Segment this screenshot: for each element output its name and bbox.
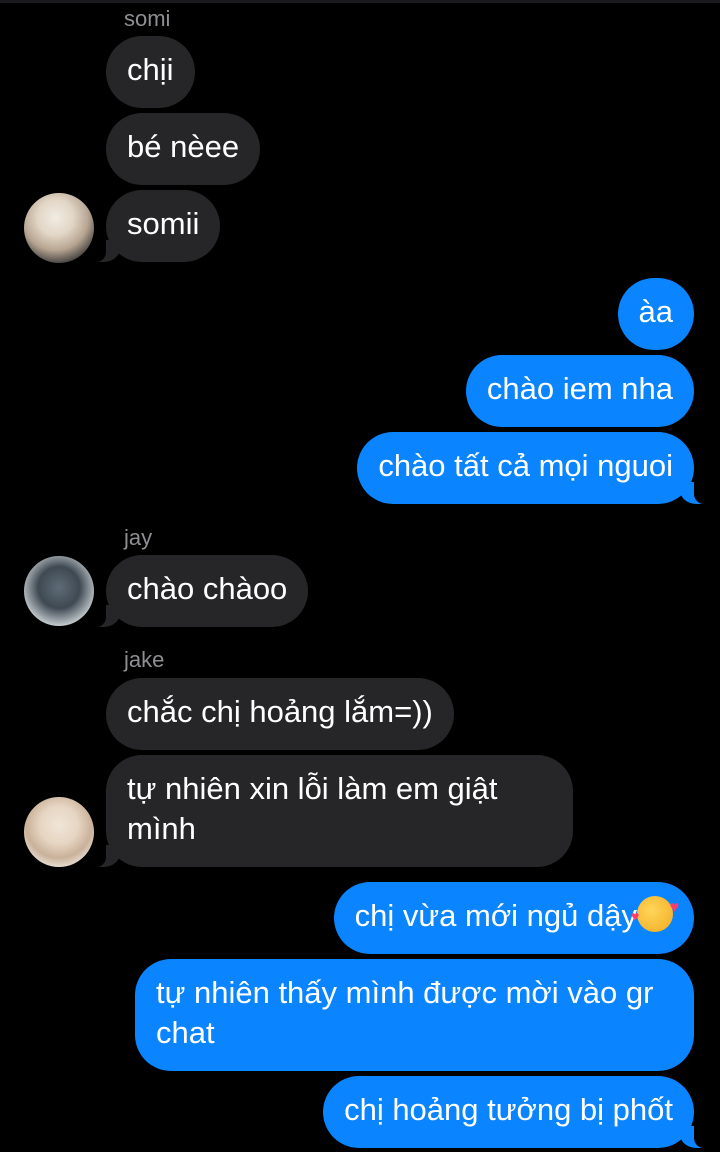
message-bubble[interactable]: chắc chị hoảng lắm=)) xyxy=(106,678,454,750)
sender-name-somi: somi xyxy=(124,6,171,31)
avatar-somi[interactable] xyxy=(24,193,94,263)
sender-name-jay: jay xyxy=(124,525,153,550)
message-bubble[interactable]: chào chàoo xyxy=(91,555,309,627)
message-bubble[interactable]: chị vừa mới ngủ dậy xyxy=(333,882,694,954)
sender-name-jake: jake xyxy=(124,647,165,672)
message-bubble[interactable]: àa xyxy=(617,278,694,350)
message-bubble[interactable]: chị hoảng tưởng bị phốt xyxy=(323,1076,708,1148)
message-bubble[interactable]: somii xyxy=(91,190,221,262)
top-divider xyxy=(0,0,720,3)
avatar-jake[interactable] xyxy=(24,797,94,867)
message-bubble[interactable]: tự nhiên thấy mình được mời vào gr chat xyxy=(135,959,694,1071)
message-bubble[interactable]: chịi xyxy=(106,36,195,108)
message-bubble[interactable]: bé nèee xyxy=(106,113,261,185)
message-text: chị vừa mới ngủ dậy xyxy=(354,898,637,933)
message-bubble[interactable]: chào iem nha xyxy=(465,355,694,427)
avatar-jay[interactable] xyxy=(24,556,94,626)
message-bubble[interactable]: chào tất cả mọi nguoi xyxy=(357,432,708,504)
smiling-face-with-hearts-icon xyxy=(631,888,679,936)
message-bubble[interactable]: tự nhiên xin lỗi làm em giật mình xyxy=(92,755,573,867)
